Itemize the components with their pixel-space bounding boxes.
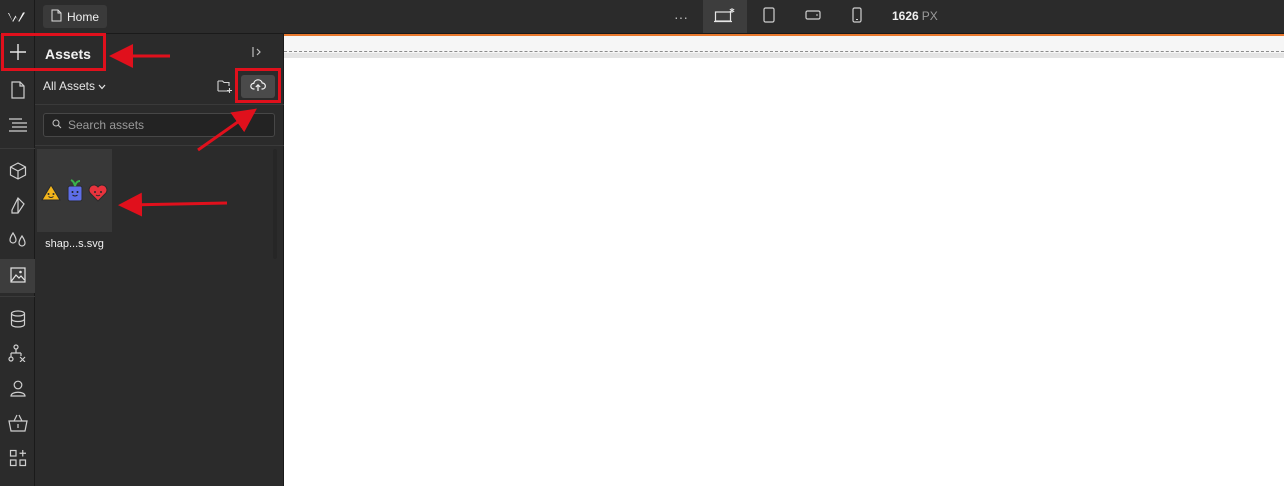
cms-icon — [10, 309, 26, 331]
ecommerce-icon — [7, 414, 28, 435]
top-bar: Home ··· 1626 PX — [0, 0, 1284, 34]
search-icon — [52, 118, 62, 132]
page-switcher-button[interactable]: Home — [43, 5, 108, 28]
style-selectors-icon — [9, 196, 27, 217]
cms-button[interactable] — [0, 303, 35, 337]
navigator-icon — [8, 117, 28, 135]
assets-icon — [9, 266, 27, 287]
apps-button[interactable] — [0, 442, 35, 476]
assets-scrollbar[interactable] — [273, 149, 277, 259]
assets-button[interactable] — [0, 259, 35, 293]
breakpoint-mobile-landscape-button[interactable] — [791, 0, 835, 33]
page-name: Home — [67, 9, 100, 24]
desktop-base-icon — [714, 7, 736, 26]
shapes-image-icon — [40, 178, 107, 202]
rail-divider — [0, 148, 35, 149]
breakpoint-desktop-button[interactable] — [703, 0, 747, 33]
ecommerce-button[interactable] — [0, 407, 35, 441]
collapse-panel-icon — [251, 46, 263, 61]
annotation-highlight-box — [235, 68, 281, 103]
asset-item[interactable]: shap...s.svg — [37, 149, 112, 259]
breakpoint-tablet-button[interactable] — [747, 0, 791, 33]
variables-icon — [8, 230, 28, 251]
design-canvas[interactable] — [284, 34, 1284, 486]
search-input[interactable] — [68, 118, 258, 132]
mobile-portrait-icon — [852, 7, 862, 26]
more-options-button[interactable]: ··· — [668, 4, 694, 30]
search-assets-field[interactable] — [43, 113, 275, 137]
assets-filter-dropdown[interactable]: All Assets — [43, 79, 106, 93]
page-icon — [51, 9, 62, 25]
users-icon — [9, 379, 27, 400]
pages-button[interactable] — [0, 74, 35, 108]
components-icon — [9, 161, 27, 183]
panel-divider — [35, 104, 284, 105]
left-toolbar — [0, 34, 35, 486]
collapse-panel-button[interactable] — [249, 45, 265, 61]
canvas-width-readout[interactable]: 1626 PX — [892, 9, 938, 23]
asset-name: shap...s.svg — [45, 238, 104, 250]
mobile-landscape-icon — [805, 9, 821, 24]
new-folder-button[interactable] — [215, 77, 235, 97]
filter-label: All Assets — [43, 79, 96, 93]
navigator-button[interactable] — [0, 109, 35, 143]
apps-icon — [9, 449, 27, 470]
variables-button[interactable] — [0, 223, 35, 257]
breakpoint-mobile-portrait-button[interactable] — [835, 0, 879, 33]
new-folder-icon — [217, 79, 233, 96]
webflow-logo-icon[interactable] — [0, 0, 35, 34]
pages-icon — [10, 80, 25, 102]
canvas-padding-strip — [284, 53, 1284, 58]
canvas-guide-line — [284, 51, 1284, 52]
asset-thumbnail — [37, 149, 112, 232]
logic-icon — [7, 343, 28, 365]
logic-button[interactable] — [0, 337, 35, 371]
panel-divider — [35, 145, 284, 146]
components-button[interactable] — [0, 155, 35, 189]
rail-divider — [0, 296, 35, 297]
users-button[interactable] — [0, 372, 35, 406]
annotation-highlight-box — [1, 33, 106, 71]
tablet-icon — [763, 7, 775, 26]
chevron-down-icon — [98, 79, 106, 93]
style-selectors-button[interactable] — [0, 189, 35, 223]
canvas-width-unit: PX — [921, 9, 938, 23]
canvas-width-value: 1626 — [892, 9, 919, 23]
